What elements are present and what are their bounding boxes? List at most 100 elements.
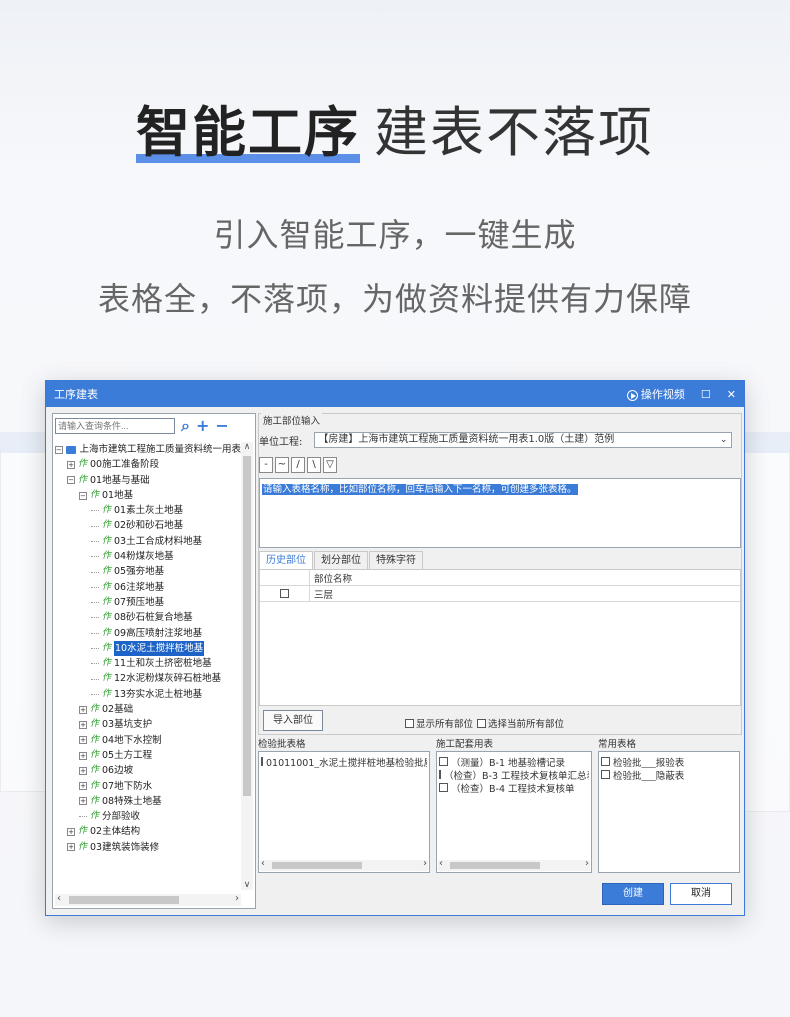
- tree-node-label: 03基坑支护: [102, 719, 153, 731]
- tree-node[interactable]: 作分部验收: [55, 809, 241, 824]
- tree-node[interactable]: 作 07预压地基: [55, 595, 241, 610]
- collapse-icon[interactable]: −: [55, 445, 63, 454]
- scroll-left-icon[interactable]: ‹: [261, 858, 265, 869]
- scroll-left-icon[interactable]: ‹: [57, 893, 61, 904]
- video-button[interactable]: 操作视频: [626, 386, 685, 402]
- dash-tool-button[interactable]: -: [259, 457, 273, 473]
- scroll-left-icon[interactable]: ‹: [439, 858, 443, 869]
- scroll-right-icon[interactable]: ›: [423, 858, 427, 869]
- expand-icon[interactable]: +: [79, 782, 87, 791]
- item-checkbox[interactable]: [261, 757, 263, 766]
- search-icon[interactable]: ⌕: [181, 418, 190, 434]
- scroll-thumb[interactable]: [69, 896, 179, 904]
- item-checkbox[interactable]: [439, 757, 448, 766]
- tab-divided-parts[interactable]: 划分部位: [314, 551, 368, 569]
- list-item[interactable]: （测量）B-1 地基验槽记录: [439, 755, 589, 768]
- list-item[interactable]: 检验批___隐蔽表: [601, 768, 737, 781]
- list-item[interactable]: （检查）B-4 工程技术复核单: [439, 781, 589, 794]
- tree-node[interactable]: 作 06注浆地基: [55, 580, 241, 595]
- scroll-right-icon[interactable]: ›: [585, 858, 589, 869]
- triangle-tool-button[interactable]: ▽: [323, 457, 337, 473]
- horizontal-scrollbar[interactable]: ‹ ›: [438, 858, 590, 871]
- tree-node[interactable]: + 作 03建筑装饰装修: [55, 840, 241, 855]
- tree-node[interactable]: 作 11土和灰土挤密桩地基: [55, 656, 241, 671]
- expand-icon[interactable]: +: [79, 736, 87, 745]
- close-icon[interactable]: ✕: [727, 388, 736, 401]
- tab-history-parts[interactable]: 历史部位: [259, 551, 313, 569]
- cancel-button[interactable]: 取消: [670, 883, 732, 905]
- table-name-textarea[interactable]: 请输入表格名称，比如部位名称，回车后输入下一名称，可创建多张表格。: [259, 478, 741, 548]
- tree-node[interactable]: + 作 02基础: [55, 702, 241, 717]
- remove-icon[interactable]: −: [215, 418, 228, 434]
- tree-horizontal-scrollbar[interactable]: ‹ ›: [55, 893, 241, 906]
- common-panel: 常用表格 检验批___报验表 检验批___隐蔽表: [598, 739, 740, 873]
- tree-node[interactable]: + 作 08特殊土地基: [55, 794, 241, 809]
- item-checkbox[interactable]: [601, 757, 610, 766]
- list-item[interactable]: 检验批___报验表: [601, 755, 737, 768]
- item-checkbox[interactable]: [601, 770, 610, 779]
- tab-special-chars[interactable]: 特殊字符: [369, 551, 423, 569]
- tree-node[interactable]: + 作 03基坑支护: [55, 717, 241, 732]
- item-checkbox[interactable]: [439, 770, 441, 779]
- collapse-icon[interactable]: −: [67, 476, 75, 485]
- list-item[interactable]: （检查）B-3 工程技术复核单汇总表: [439, 768, 589, 781]
- process-icon: 作: [102, 658, 112, 669]
- tree-node[interactable]: + 作 02主体结构: [55, 824, 241, 839]
- process-table-dialog: 工序建表 操作视频 ☐ ✕ ⌕ + − − 上海市建筑工程施工质量资料统一用表 …: [45, 380, 745, 916]
- expand-icon[interactable]: +: [79, 766, 87, 775]
- tree-root[interactable]: − 上海市建筑工程施工质量资料统一用表: [55, 442, 241, 457]
- scroll-thumb[interactable]: [450, 862, 540, 869]
- row-checkbox[interactable]: [280, 589, 289, 598]
- tree-node[interactable]: + 作 04地下水控制: [55, 733, 241, 748]
- create-button[interactable]: 创建: [602, 883, 664, 905]
- show-all-checkbox[interactable]: [405, 718, 414, 728]
- tree-node[interactable]: + 作 00施工准备阶段: [55, 457, 241, 472]
- tree-node[interactable]: 作 08砂石桩复合地基: [55, 610, 241, 625]
- process-icon: 作: [102, 520, 112, 531]
- tree-node[interactable]: + 作 05土方工程: [55, 748, 241, 763]
- tree-node[interactable]: 作 04粉煤灰地基: [55, 549, 241, 564]
- tree-node[interactable]: 作 01素土灰土地基: [55, 503, 241, 518]
- select-all-checkbox[interactable]: [477, 718, 486, 728]
- tree-node[interactable]: 作 10水泥土搅拌桩地基: [55, 640, 241, 657]
- unit-select[interactable]: 【房建】上海市建筑工程施工质量资料统一用表1.0版（土建）范例 ⌄: [314, 432, 733, 448]
- tree-node[interactable]: 作 03土工合成材料地基: [55, 534, 241, 549]
- tree-vertical-scrollbar[interactable]: ∧ ∨: [241, 442, 253, 890]
- expand-icon[interactable]: +: [79, 705, 87, 714]
- select-all-option[interactable]: 选择当前所有部位: [477, 716, 564, 730]
- tree-node[interactable]: 作 13夯实水泥土桩地基: [55, 687, 241, 702]
- expand-icon[interactable]: +: [79, 720, 87, 729]
- scroll-right-icon[interactable]: ›: [235, 893, 239, 904]
- scroll-thumb[interactable]: [272, 862, 362, 869]
- collapse-icon[interactable]: −: [79, 491, 87, 500]
- backslash-tool-button[interactable]: \: [307, 457, 321, 473]
- maximize-icon[interactable]: ☐: [701, 388, 711, 401]
- list-item[interactable]: 01011001_水泥土搅拌桩地基检验批质量验收记录表: [261, 755, 427, 768]
- tilde-tool-button[interactable]: ~: [275, 457, 289, 473]
- tree-node[interactable]: 作 05强夯地基: [55, 564, 241, 579]
- tree-node[interactable]: 作 12水泥粉煤灰碎石桩地基: [55, 671, 241, 686]
- expand-icon[interactable]: +: [67, 843, 75, 852]
- expand-icon[interactable]: +: [79, 797, 87, 806]
- import-parts-button[interactable]: 导入部位: [263, 710, 323, 731]
- horizontal-scrollbar[interactable]: ‹ ›: [260, 858, 428, 871]
- slash-tool-button[interactable]: /: [291, 457, 305, 473]
- scroll-up-icon[interactable]: ∧: [241, 442, 253, 452]
- tree-node[interactable]: 作 09高压喷射注浆地基: [55, 626, 241, 641]
- expand-icon[interactable]: +: [67, 460, 75, 469]
- search-input[interactable]: [55, 418, 175, 434]
- tree-node[interactable]: 作 02砂和砂石地基: [55, 518, 241, 533]
- tree-node[interactable]: + 作 07地下防水: [55, 779, 241, 794]
- expand-icon[interactable]: +: [79, 751, 87, 760]
- scroll-thumb[interactable]: [243, 456, 251, 796]
- tree-node[interactable]: − 作 01地基: [55, 488, 241, 503]
- scroll-down-icon[interactable]: ∨: [241, 880, 253, 890]
- show-all-option[interactable]: 显示所有部位: [405, 716, 473, 730]
- add-icon[interactable]: +: [196, 418, 209, 434]
- table-row[interactable]: 三层: [260, 586, 740, 602]
- process-icon: 作: [78, 841, 88, 852]
- tree-node[interactable]: − 作 01地基与基础: [55, 473, 241, 488]
- item-checkbox[interactable]: [439, 783, 448, 792]
- expand-icon[interactable]: +: [67, 828, 75, 837]
- tree-node[interactable]: + 作 06边坡: [55, 763, 241, 778]
